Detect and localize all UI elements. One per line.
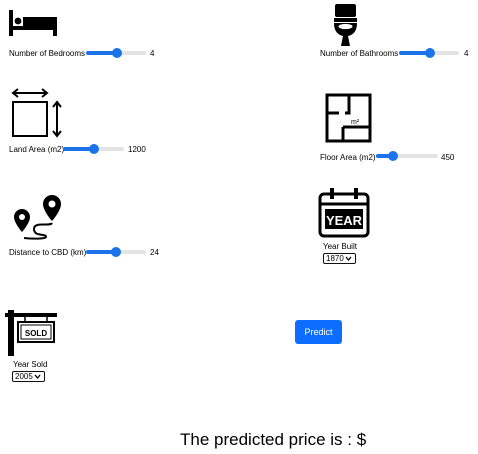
land-area-slider-thumb[interactable] <box>88 144 99 154</box>
bedrooms-slider[interactable] <box>86 48 146 58</box>
toilet-icon <box>334 4 357 46</box>
year-sold-label: Year Sold <box>13 360 48 369</box>
bathrooms-slider[interactable] <box>399 48 459 58</box>
bedrooms-slider-thumb[interactable] <box>112 48 123 58</box>
sold-sign-icon: SOLD <box>5 310 57 356</box>
route-pin-icon <box>14 195 61 240</box>
land-area-label: Land Area (m2) <box>9 145 65 154</box>
year-built-label: Year Built <box>323 242 357 251</box>
land-area-icon <box>11 88 62 138</box>
floor-area-slider[interactable] <box>376 151 438 161</box>
chevron-down-icon <box>345 256 352 261</box>
bathrooms-value: 4 <box>464 49 469 58</box>
bathrooms-label: Number of Bathrooms <box>320 49 399 58</box>
distance-slider-thumb[interactable] <box>111 247 121 257</box>
year-sold-select[interactable]: 2005 <box>12 371 45 382</box>
distance-value: 24 <box>150 248 159 257</box>
year-built-value: 1870 <box>326 254 344 263</box>
bedrooms-label: Number of Bedrooms <box>9 49 86 58</box>
land-area-value: 1200 <box>128 145 146 154</box>
distance-label: Distance to CBD (km) <box>9 248 87 257</box>
calendar-year-icon-text: YEAR <box>326 213 363 228</box>
floor-area-value: 450 <box>441 153 455 162</box>
floor-area-slider-thumb[interactable] <box>387 151 398 161</box>
distance-slider[interactable] <box>86 247 146 257</box>
floor-area-label: Floor Area (m2) <box>320 153 376 162</box>
predict-button[interactable]: Predict <box>295 320 342 344</box>
bed-icon <box>9 10 57 36</box>
bedrooms-value: 4 <box>150 49 155 58</box>
floor-area-icon-text: m² <box>351 119 360 126</box>
year-built-select[interactable]: 1870 <box>323 253 356 264</box>
predicted-price-text: The predicted price is : $ <box>180 430 367 449</box>
chevron-down-icon <box>34 374 41 379</box>
calendar-year-icon: YEAR <box>318 188 370 238</box>
bathrooms-slider-thumb[interactable] <box>425 48 436 58</box>
year-sold-value: 2005 <box>15 372 33 381</box>
land-area-slider[interactable] <box>63 144 124 154</box>
floor-plan-icon: m² <box>325 93 372 143</box>
sold-sign-icon-text: SOLD <box>25 329 47 338</box>
